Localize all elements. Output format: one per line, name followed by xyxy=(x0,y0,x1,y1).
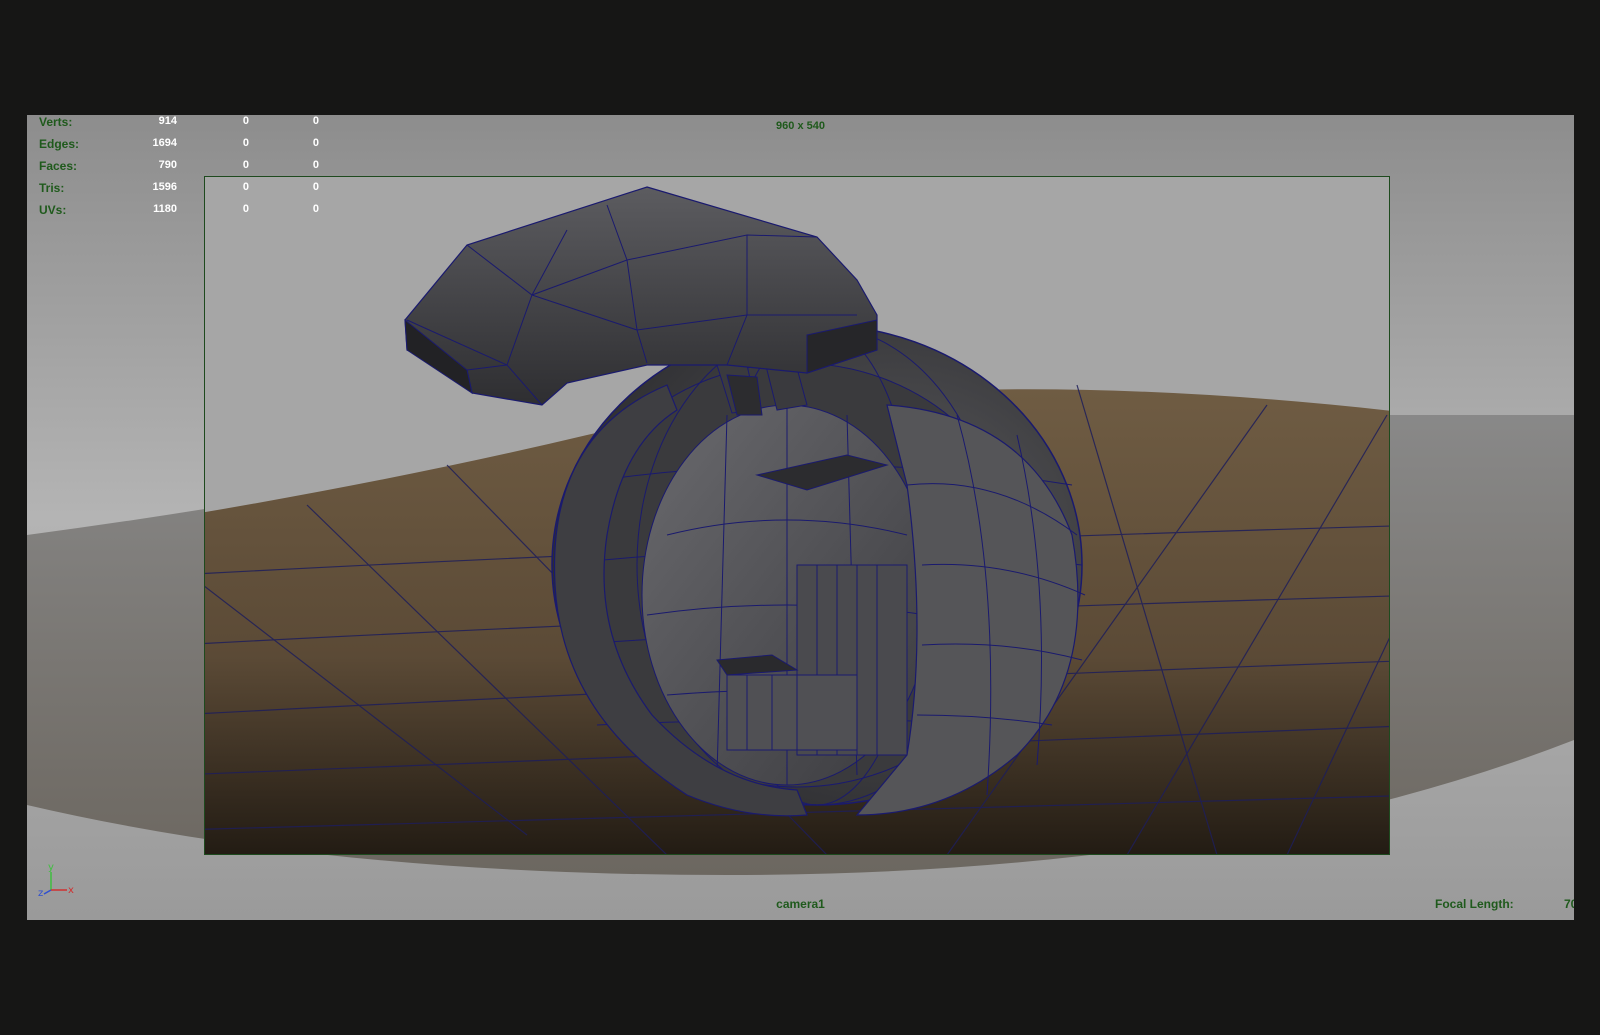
stat-row-uvs: UVs: 1180 0 0 xyxy=(39,203,339,225)
resolution-label: 960 x 540 xyxy=(776,120,825,132)
stat-value: 0 xyxy=(312,137,319,149)
stat-value: 1180 xyxy=(153,203,177,215)
stat-label: Faces: xyxy=(39,159,78,173)
focal-length-value: 70 xyxy=(1564,897,1574,911)
stat-value: 0 xyxy=(312,181,319,193)
stat-row-tris: Tris: 1596 0 0 xyxy=(39,181,339,203)
stat-value: 0 xyxy=(242,137,249,149)
viewport-panel[interactable]: Verts: 914 0 0 Edges: 1694 0 0 Faces: 79… xyxy=(27,115,1574,920)
stat-value: 0 xyxy=(242,203,249,215)
axis-x-label: x xyxy=(68,885,74,896)
camera-name-label: camera1 xyxy=(776,897,825,911)
stat-value: 0 xyxy=(242,159,249,171)
stat-label: Tris: xyxy=(39,181,65,195)
stat-label: Edges: xyxy=(39,137,80,151)
stat-row-edges: Edges: 1694 0 0 xyxy=(39,137,339,159)
camera-resolution-gate xyxy=(204,176,1390,855)
stat-value: 790 xyxy=(158,159,177,171)
axis-y-label: y xyxy=(48,862,54,873)
stat-label: UVs: xyxy=(39,203,67,217)
stat-value: 0 xyxy=(312,203,319,215)
stat-value: 1596 xyxy=(152,181,177,193)
axis-z-label: z xyxy=(38,888,43,899)
stat-row-faces: Faces: 790 0 0 xyxy=(39,159,339,181)
stat-value: 1694 xyxy=(152,137,177,149)
stat-value: 0 xyxy=(242,181,249,193)
focal-length-label: Focal Length: xyxy=(1435,897,1514,911)
stat-value: 0 xyxy=(312,159,319,171)
axis-gizmo-icon: y x z xyxy=(38,862,74,899)
